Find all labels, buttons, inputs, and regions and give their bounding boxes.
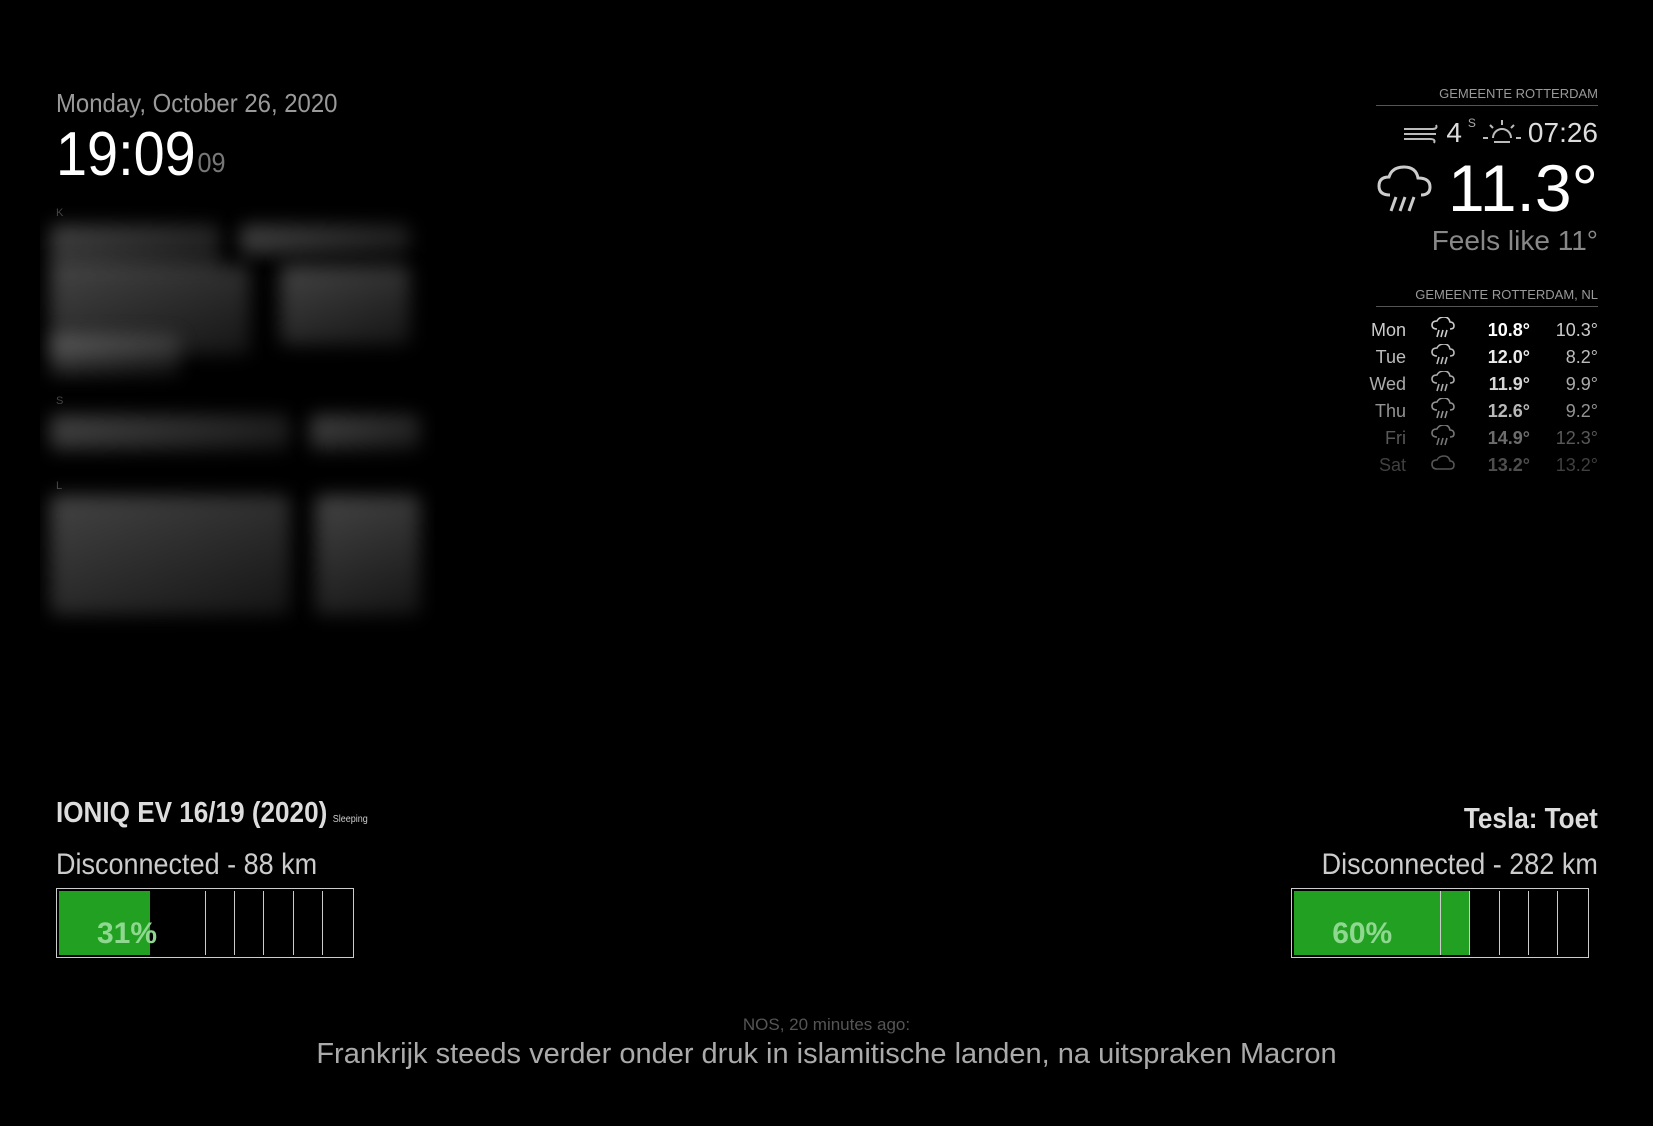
battery-segment-divider xyxy=(1469,891,1471,955)
wind-speed: 4 xyxy=(1446,117,1462,148)
battery-segment-divider xyxy=(321,891,323,955)
wind-icon xyxy=(1404,124,1438,144)
calendar-blurred: K S L xyxy=(40,205,435,675)
ioniq-state: Sleeping xyxy=(332,814,368,825)
rain-icon xyxy=(1428,370,1458,398)
forecast-row: Tue 12.0° 8.2° xyxy=(1364,343,1598,371)
current-temperature: 11.3° xyxy=(1448,151,1598,225)
forecast-day: Fri xyxy=(1385,428,1406,448)
rain-icon xyxy=(1428,343,1458,371)
feels-like: Feels like 11° xyxy=(1431,225,1598,256)
ioniq-battery-label: 31% xyxy=(97,917,158,950)
current-weather-location: GEMEENTE ROTTERDAM xyxy=(1376,86,1598,106)
rain-icon xyxy=(1428,397,1458,425)
battery-segment-divider xyxy=(1498,891,1500,955)
forecast-min: 9.2° xyxy=(1565,401,1598,421)
battery-segment-divider xyxy=(205,891,206,955)
forecast-day: Thu xyxy=(1374,401,1406,421)
forecast-day: Mon xyxy=(1370,320,1406,340)
forecast-day: Sat xyxy=(1378,455,1406,475)
battery-segment-divider xyxy=(1440,891,1442,955)
clock-hours-minutes: 19:09 xyxy=(56,120,196,189)
current-weather-details: 4S 07:26 xyxy=(1402,116,1598,150)
clock-seconds: 09 xyxy=(197,147,226,178)
forecast-row: Fri 14.9° 12.3° xyxy=(1364,424,1598,452)
battery-segment-divider xyxy=(263,891,265,955)
tesla-battery: 60% xyxy=(1291,888,1590,958)
forecast-max: 13.2° xyxy=(1487,455,1530,475)
forecast-max: 10.8° xyxy=(1487,320,1530,340)
forecast-min: 12.3° xyxy=(1555,428,1598,448)
cloud-icon xyxy=(1428,452,1458,479)
forecast-max: 14.9° xyxy=(1487,428,1530,448)
forecast-row: Mon 10.8° 10.3° xyxy=(1364,316,1598,344)
sun-time: 07:26 xyxy=(1527,117,1598,148)
rain-icon xyxy=(1428,316,1458,344)
forecast-day: Tue xyxy=(1375,347,1406,367)
forecast-min: 9.9° xyxy=(1565,374,1598,394)
sunrise-icon xyxy=(1482,120,1521,143)
clock-time: 19:0909 xyxy=(56,120,225,190)
tesla-status: Disconnected - 282 km xyxy=(1321,848,1598,881)
clock-date: Monday, October 26, 2020 xyxy=(56,88,338,118)
forecast-max: 12.0° xyxy=(1487,347,1530,367)
forecast-table: Mon 10.8° 10.3° Tue 12.0° 8.2° Wed 11.9° 9.9° Thu… xyxy=(1364,316,1598,479)
ioniq-title: IONIQ EV 16/19 (2020) Sleeping xyxy=(56,797,368,830)
forecast-max: 11.9° xyxy=(1488,374,1530,394)
battery-segment-divider xyxy=(292,891,294,955)
news-source: NOS, 20 minutes ago: xyxy=(742,1015,911,1034)
battery-segment-divider xyxy=(234,891,236,955)
battery-segment-divider xyxy=(1527,891,1529,955)
news-headline: Frankrijk steeds verder onder druk in is… xyxy=(316,1038,1337,1070)
calendar-section-initial: S xyxy=(56,395,64,407)
forecast-row: Wed 11.9° 9.9° xyxy=(1364,370,1598,398)
forecast-min: 8.2° xyxy=(1565,347,1598,367)
calendar-section-initial: L xyxy=(56,480,63,492)
rain-icon xyxy=(1428,424,1458,452)
calendar-section-initial: K xyxy=(56,207,64,219)
ioniq-card: IONIQ EV 16/19 (2020) Sleeping Disconnect… xyxy=(56,797,402,958)
forecast-day: Wed xyxy=(1369,374,1406,394)
forecast-max: 12.6° xyxy=(1487,401,1530,421)
ioniq-battery: 31% xyxy=(56,888,354,958)
tesla-title: Tesla: Toet xyxy=(1464,803,1598,835)
forecast-min: 13.2° xyxy=(1555,455,1598,475)
tesla-battery-label: 60% xyxy=(1332,917,1393,950)
battery-segment-divider xyxy=(1556,891,1558,955)
wind-direction: S xyxy=(1467,116,1476,130)
forecast-min: 10.3° xyxy=(1555,320,1598,340)
rain-cloud-icon xyxy=(1377,165,1432,212)
ioniq-status: Disconnected - 88 km xyxy=(56,848,318,881)
current-temperature-row: 11.3° xyxy=(1376,150,1598,226)
forecast-location: GEMEENTE ROTTERDAM, NL xyxy=(1376,287,1598,307)
forecast-row: Sat 13.2° 13.2° xyxy=(1364,452,1598,479)
tesla-card: Tesla: Toet Disconnected - 282 km 60% xyxy=(1291,803,1598,958)
ioniq-title-text: IONIQ EV 16/19 (2020) xyxy=(56,797,328,829)
forecast-row: Thu 12.6° 9.2° xyxy=(1364,397,1598,425)
